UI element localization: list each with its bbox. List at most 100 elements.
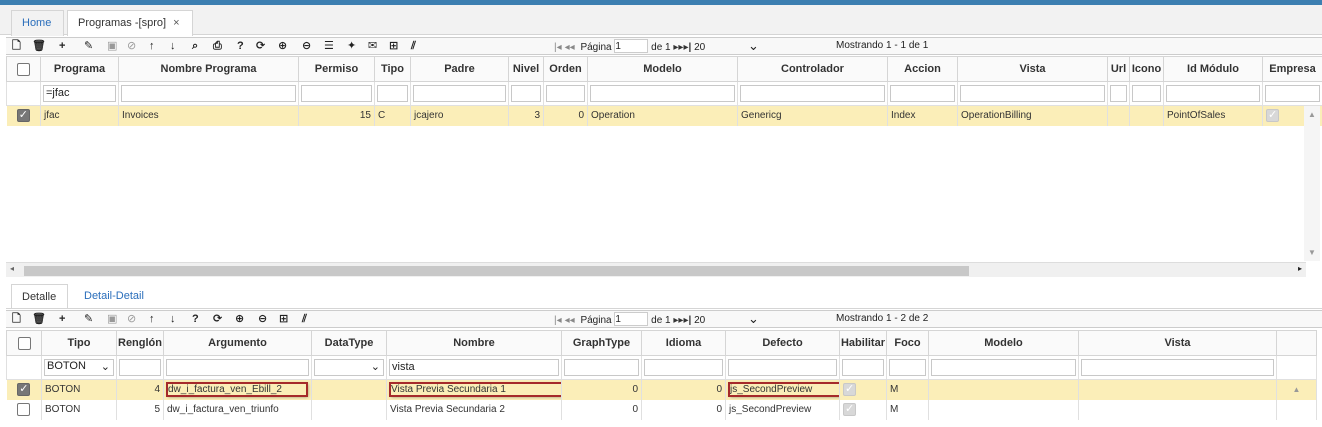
col-foco[interactable]: Foco <box>886 330 929 356</box>
save-icon[interactable]: ▣ <box>107 313 117 325</box>
row-select-checkbox[interactable] <box>6 399 42 420</box>
filter-icono-input[interactable] <box>1132 85 1161 102</box>
comment-icon[interactable]: ☰ <box>324 40 334 52</box>
filter-nombre-input[interactable] <box>121 85 296 102</box>
pin-icon[interactable]: ✦ <box>347 40 356 52</box>
filter-nombre[interactable]: vista <box>386 355 562 380</box>
cancel-icon[interactable]: ⊘ <box>127 313 136 325</box>
col-padre[interactable]: Padre <box>410 56 509 82</box>
filter-orden[interactable] <box>543 81 588 106</box>
filter-defecto[interactable] <box>725 355 840 380</box>
scroll-thumb[interactable] <box>24 266 969 276</box>
scroll-down-icon[interactable]: ▼ <box>1308 248 1316 257</box>
new-file-icon[interactable]: 🗋 <box>12 313 21 325</box>
filter-url[interactable] <box>1107 81 1130 106</box>
zoom-in-icon[interactable]: ⊕ <box>278 40 287 52</box>
plus-circle-icon[interactable]: ⊞ <box>389 40 398 52</box>
next-page-icon[interactable]: ▸▸ <box>673 315 683 326</box>
filter-vista[interactable] <box>957 81 1108 106</box>
col-permiso[interactable]: Permiso <box>298 56 375 82</box>
filter-padre[interactable] <box>410 81 509 106</box>
filter-nombre-input[interactable]: vista <box>389 359 559 376</box>
filter-controlador-input[interactable] <box>740 85 885 102</box>
col-modelo[interactable]: Modelo <box>928 330 1079 356</box>
filter-graphtype-input[interactable] <box>564 359 639 376</box>
col-tipo[interactable]: Tipo <box>374 56 411 82</box>
filter-nombre[interactable] <box>118 81 299 106</box>
col-idioma[interactable]: Idioma <box>641 330 726 356</box>
filter-tipo-input[interactable] <box>377 85 408 102</box>
filter-padre-input[interactable] <box>413 85 506 102</box>
delete-icon[interactable]: 🗑 <box>32 40 46 52</box>
page-input[interactable]: 1 <box>614 39 649 53</box>
filter-foco-input[interactable] <box>889 359 926 376</box>
tab-programas[interactable]: Programas -[spro] × <box>67 10 193 36</box>
scroll-right-icon[interactable]: ▸ <box>1298 264 1302 273</box>
master-horizontal-scrollbar[interactable]: ◂ ▸ <box>6 262 1306 277</box>
col-tipo[interactable]: Tipo <box>41 330 117 356</box>
edit-icon[interactable]: ✎ <box>84 40 93 52</box>
prev-page-icon[interactable]: ◂◂ <box>565 315 575 326</box>
mail-icon[interactable]: ✉ <box>368 40 377 52</box>
select-all-checkbox[interactable] <box>6 330 42 356</box>
tab-home[interactable]: Home <box>11 10 64 36</box>
table-row[interactable]: jfac Invoices 15 C jcajero 3 0 Operation… <box>6 105 1322 126</box>
help-icon[interactable]: ? <box>237 40 244 52</box>
col-modelo[interactable]: Modelo <box>587 56 738 82</box>
filter-tipo[interactable]: BOTON ⌄ <box>41 355 117 380</box>
page-size-select[interactable]: 20 <box>694 42 705 53</box>
filter-id-modulo[interactable] <box>1163 81 1263 106</box>
filter-permiso[interactable] <box>298 81 375 106</box>
col-datatype[interactable]: DataType <box>311 330 387 356</box>
zoom-out-icon[interactable]: ⊖ <box>258 313 267 325</box>
scroll-left-icon[interactable]: ◂ <box>10 264 14 273</box>
up-arrow-icon[interactable]: ↑ <box>149 313 155 325</box>
filter-programa-input[interactable]: =jfac <box>43 85 116 102</box>
scroll-up-icon[interactable]: ▲ <box>1276 379 1317 400</box>
first-page-icon[interactable]: |◂ <box>554 315 562 326</box>
col-graphtype[interactable]: GraphType <box>561 330 642 356</box>
help-icon[interactable]: ? <box>192 313 199 325</box>
filter-accion-input[interactable] <box>890 85 955 102</box>
col-vista[interactable]: Vista <box>1078 330 1277 356</box>
col-orden[interactable]: Orden <box>543 56 588 82</box>
col-nivel[interactable]: Nivel <box>508 56 544 82</box>
down-arrow-icon[interactable]: ↓ <box>170 313 176 325</box>
add-icon[interactable]: + <box>59 313 65 325</box>
col-argumento[interactable]: Argumento <box>163 330 312 356</box>
row-select-checkbox[interactable] <box>6 105 41 126</box>
filter-vista[interactable] <box>1078 355 1277 380</box>
edit-icon[interactable]: ✎ <box>84 313 93 325</box>
filter-accion[interactable] <box>887 81 958 106</box>
col-controlador[interactable]: Controlador <box>737 56 888 82</box>
filter-controlador[interactable] <box>737 81 888 106</box>
chevron-down-icon[interactable]: ⌄ <box>101 360 110 373</box>
col-defecto[interactable]: Defecto <box>725 330 840 356</box>
filter-renglon[interactable] <box>116 355 164 380</box>
col-nombre[interactable]: Nombre <box>386 330 562 356</box>
filter-icono[interactable] <box>1129 81 1164 106</box>
row-select-checkbox[interactable] <box>6 379 42 400</box>
search-icon[interactable]: ⌕ <box>192 40 198 52</box>
col-renglon[interactable]: Renglón <box>116 330 164 356</box>
filter-datatype-select[interactable]: ⌄ <box>314 359 384 376</box>
save-icon[interactable]: ▣ <box>107 40 117 52</box>
filter-vista-input[interactable] <box>960 85 1105 102</box>
filter-url-input[interactable] <box>1110 85 1127 102</box>
new-file-icon[interactable]: 🗋 <box>12 40 21 52</box>
select-all-checkbox[interactable] <box>6 56 41 82</box>
filter-tipo-select[interactable]: BOTON ⌄ <box>44 359 114 376</box>
last-page-icon[interactable]: ▸| <box>683 315 691 326</box>
page-size-select[interactable]: 20 <box>694 315 705 326</box>
col-url[interactable]: Url <box>1107 56 1130 82</box>
filter-defecto-input[interactable] <box>728 359 837 376</box>
col-accion[interactable]: Accion <box>887 56 958 82</box>
filter-tipo[interactable] <box>374 81 411 106</box>
page-input[interactable]: 1 <box>614 312 649 326</box>
chevron-down-icon[interactable]: ⌄ <box>748 311 759 326</box>
up-arrow-icon[interactable]: ↑ <box>149 40 155 52</box>
filter-modelo[interactable] <box>587 81 738 106</box>
filter-permiso-input[interactable] <box>301 85 372 102</box>
zoom-out-icon[interactable]: ⊖ <box>302 40 311 52</box>
zoom-in-icon[interactable]: ⊕ <box>235 313 244 325</box>
